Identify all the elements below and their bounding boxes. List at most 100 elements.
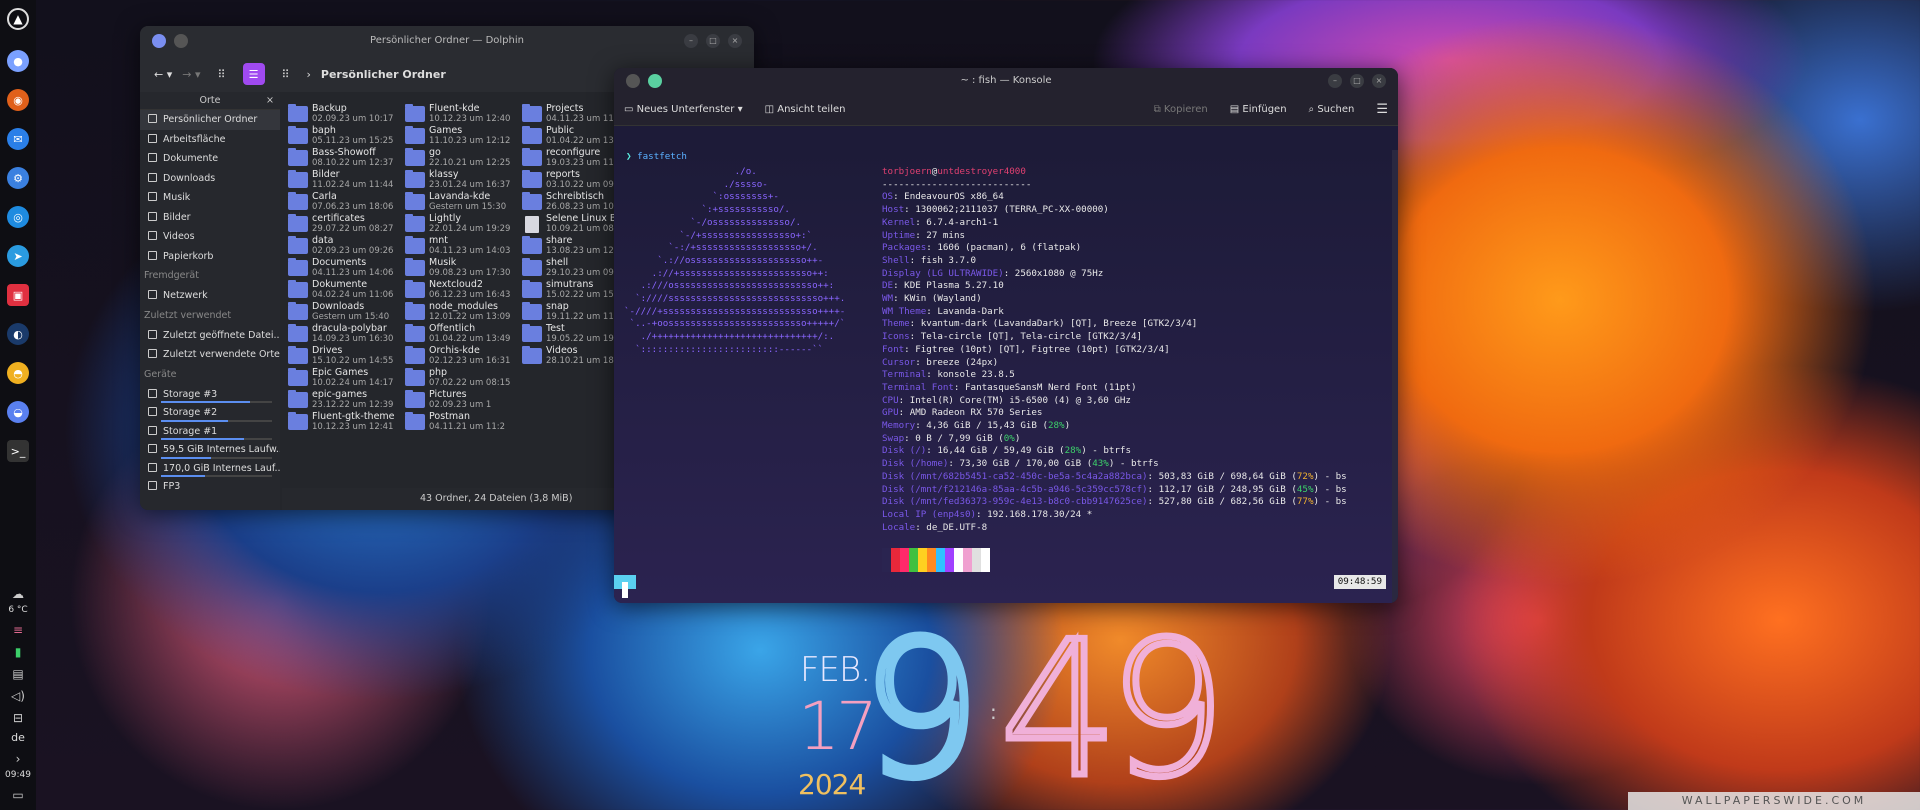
file-item[interactable]: epic-games 23.12.22 um 12:39 bbox=[286, 389, 403, 411]
konsole-close-icon[interactable]: × bbox=[1372, 74, 1386, 88]
close-panel-icon[interactable]: × bbox=[266, 92, 274, 110]
menu-icon[interactable] bbox=[174, 34, 188, 48]
file-item[interactable]: Bass-Showoff 08.10.22 um 12:37 bbox=[286, 147, 403, 169]
sidebar-item[interactable]: Dokumente bbox=[140, 149, 280, 169]
terminal-area[interactable]: ❯ fastfetch ./o. ./sssso- `:osssssss+- `… bbox=[614, 150, 1392, 603]
file-item[interactable]: Drives 15.10.22 um 14:55 bbox=[286, 345, 403, 367]
device-item[interactable]: 59,5 GiB Internes Laufw... bbox=[140, 440, 280, 460]
file-item[interactable]: Carla 07.06.23 um 18:06 bbox=[286, 191, 403, 213]
sidebar-item[interactable]: Videos bbox=[140, 227, 280, 247]
file-item[interactable]: Öffentlich 01.04.22 um 13:49 bbox=[403, 323, 520, 345]
konsole-menu-icon[interactable] bbox=[626, 74, 640, 88]
new-tab-button[interactable]: ▭ Neues Unterfenster ▾ bbox=[624, 104, 743, 115]
sidebar-item[interactable]: Bilder bbox=[140, 208, 280, 228]
network-icon[interactable]: ⊟ bbox=[13, 711, 23, 725]
file-item[interactable]: baph 05.11.23 um 15:25 bbox=[286, 125, 403, 147]
sidebar-item[interactable]: Zuletzt geöffnete Datei... bbox=[140, 326, 280, 346]
breadcrumb-chevron-icon: › bbox=[306, 67, 311, 81]
file-item[interactable]: Epic Games 10.02.24 um 14:17 bbox=[286, 367, 403, 389]
hamburger-menu-icon[interactable]: ☰ bbox=[1376, 102, 1388, 117]
breadcrumb[interactable]: Persönlicher Ordner bbox=[321, 68, 446, 81]
thunderbird-icon[interactable]: ✉ bbox=[7, 128, 29, 150]
sidebar-item[interactable]: Arbeitsfläche bbox=[140, 130, 280, 150]
file-item[interactable]: Downloads Gestern um 15:40 bbox=[286, 301, 403, 323]
file-item[interactable]: klassy 23.01.24 um 16:37 bbox=[403, 169, 520, 191]
file-date: 07.06.23 um 18:06 bbox=[312, 202, 394, 212]
yellow-app-icon[interactable]: ◓ bbox=[7, 362, 29, 384]
paste-button[interactable]: ▤ Einfügen bbox=[1230, 104, 1287, 115]
file-item[interactable]: Musik 09.08.23 um 17:30 bbox=[403, 257, 520, 279]
device-item[interactable]: FP3 bbox=[140, 477, 280, 497]
details-view-icon[interactable]: ☰ bbox=[242, 63, 265, 85]
close-icon[interactable]: × bbox=[728, 34, 742, 48]
file-item[interactable]: Documents 04.11.23 um 14:06 bbox=[286, 257, 403, 279]
konsole-maximize-icon[interactable]: □ bbox=[1350, 74, 1364, 88]
dolphin-icon[interactable]: ◒ bbox=[7, 401, 29, 423]
konsole-icon[interactable]: >_ bbox=[7, 440, 29, 462]
file-item[interactable]: Fluent-kde 10.12.23 um 12:40 bbox=[403, 103, 520, 125]
keyboard-layout[interactable]: de bbox=[11, 731, 25, 744]
endeavour-menu-icon[interactable]: ▲ bbox=[7, 8, 29, 30]
chat-icon[interactable]: ◎ bbox=[7, 206, 29, 228]
file-item[interactable]: Lightly 22.01.24 um 19:29 bbox=[403, 213, 520, 235]
maximize-icon[interactable]: □ bbox=[706, 34, 720, 48]
copy-button[interactable]: ⧉ Kopieren bbox=[1154, 104, 1208, 115]
file-date: 01.04.22 um 13: bbox=[546, 136, 617, 146]
file-item[interactable]: Games 11.10.23 um 12:12 bbox=[403, 125, 520, 147]
info-value: AMD Radeon RX 570 Series bbox=[909, 407, 1043, 419]
file-item[interactable]: Lavanda-kde Gestern um 15:30 bbox=[403, 191, 520, 213]
firefox-icon[interactable]: ◉ bbox=[7, 89, 29, 111]
back-icon[interactable]: ← ▾ bbox=[154, 68, 172, 81]
sidebar-item[interactable]: Zuletzt verwendete Orte bbox=[140, 345, 280, 365]
sidebar-item[interactable]: Netzwerk bbox=[140, 286, 280, 306]
minimize-icon[interactable]: – bbox=[684, 34, 698, 48]
app-launcher-icon[interactable]: ● bbox=[7, 50, 29, 72]
file-item[interactable]: dracula-polybar 14.09.23 um 16:30 bbox=[286, 323, 403, 345]
file-item[interactable]: Nextcloud2 06.12.23 um 16:43 bbox=[403, 279, 520, 301]
file-item[interactable]: Orchis-kde 02.12.23 um 16:31 bbox=[403, 345, 520, 367]
konsole-pin-icon[interactable] bbox=[648, 74, 662, 88]
split-view-button[interactable]: ◫ Ansicht teilen bbox=[765, 104, 846, 115]
chevron-right-icon[interactable]: › bbox=[16, 752, 21, 766]
sidebar-item[interactable]: Persönlicher Ordner bbox=[140, 110, 280, 130]
file-item[interactable]: Fluent-gtk-theme 10.12.23 um 12:41 bbox=[286, 411, 403, 433]
settings-icon[interactable]: ⚙ bbox=[7, 167, 29, 189]
icon-view-icon[interactable]: ⠿ bbox=[211, 63, 233, 85]
panel-clock[interactable]: 09:49 bbox=[5, 770, 31, 780]
terminal-scrollbar[interactable] bbox=[1392, 150, 1398, 603]
konsole-minimize-icon[interactable]: – bbox=[1328, 74, 1342, 88]
file-item[interactable]: mnt 04.11.23 um 14:03 bbox=[403, 235, 520, 257]
file-item[interactable]: data 02.09.23 um 09:26 bbox=[286, 235, 403, 257]
file-item[interactable]: go 22.10.21 um 12:25 bbox=[403, 147, 520, 169]
color-bars-icon[interactable]: ≡ bbox=[13, 623, 23, 637]
volume-icon[interactable]: ◁) bbox=[11, 689, 25, 703]
lock-icon[interactable]: ▮ bbox=[15, 645, 22, 659]
info-value: Figtree (10pt) [QT], Figtree (10pt) [GTK… bbox=[915, 343, 1170, 355]
file-item[interactable]: Dokumente 04.02.24 um 11:06 bbox=[286, 279, 403, 301]
file-item[interactable]: Pictures 02.09.23 um 1 bbox=[403, 389, 520, 411]
file-item[interactable]: Bilder 11.02.24 um 11:44 bbox=[286, 169, 403, 191]
clipboard-icon[interactable]: ▤ bbox=[12, 667, 23, 681]
konsole-titlebar[interactable]: ~ : fish — Konsole – □ × bbox=[614, 68, 1398, 94]
file-item[interactable]: node_modules 12.01.22 um 13:09 bbox=[403, 301, 520, 323]
dolphin-titlebar[interactable]: Persönlicher Ordner — Dolphin – □ × bbox=[140, 26, 754, 56]
forward-icon[interactable]: → ▾ bbox=[182, 68, 200, 81]
file-item[interactable]: php 07.02.22 um 08:15 bbox=[403, 367, 520, 389]
pin-icon[interactable] bbox=[152, 34, 166, 48]
telegram-icon[interactable]: ➤ bbox=[7, 245, 29, 267]
sidebar-item[interactable]: Downloads bbox=[140, 169, 280, 189]
steam-icon[interactable]: ◐ bbox=[7, 323, 29, 345]
file-text: reports 03.10.22 um 09: bbox=[546, 169, 617, 191]
file-item[interactable]: certificates 29.07.22 um 08:27 bbox=[286, 213, 403, 235]
device-item[interactable]: 170,0 GiB Internes Lauf... bbox=[140, 459, 280, 479]
file-item[interactable]: Backup 02.09.23 um 10:17 bbox=[286, 103, 403, 125]
weather-icon[interactable]: ☁ bbox=[12, 587, 24, 601]
compact-view-icon[interactable]: ⠿ bbox=[275, 63, 297, 85]
show-desktop-icon[interactable]: ▭ bbox=[12, 788, 23, 802]
sidebar-item[interactable]: Papierkorb bbox=[140, 247, 280, 267]
search-button[interactable]: ⌕ Suchen bbox=[1309, 104, 1355, 115]
file-item[interactable]: Postman 04.11.21 um 11:2 bbox=[403, 411, 520, 433]
info-colon: : bbox=[926, 445, 938, 457]
store-icon[interactable]: ▣ bbox=[7, 284, 29, 306]
sidebar-item[interactable]: Musik bbox=[140, 188, 280, 208]
